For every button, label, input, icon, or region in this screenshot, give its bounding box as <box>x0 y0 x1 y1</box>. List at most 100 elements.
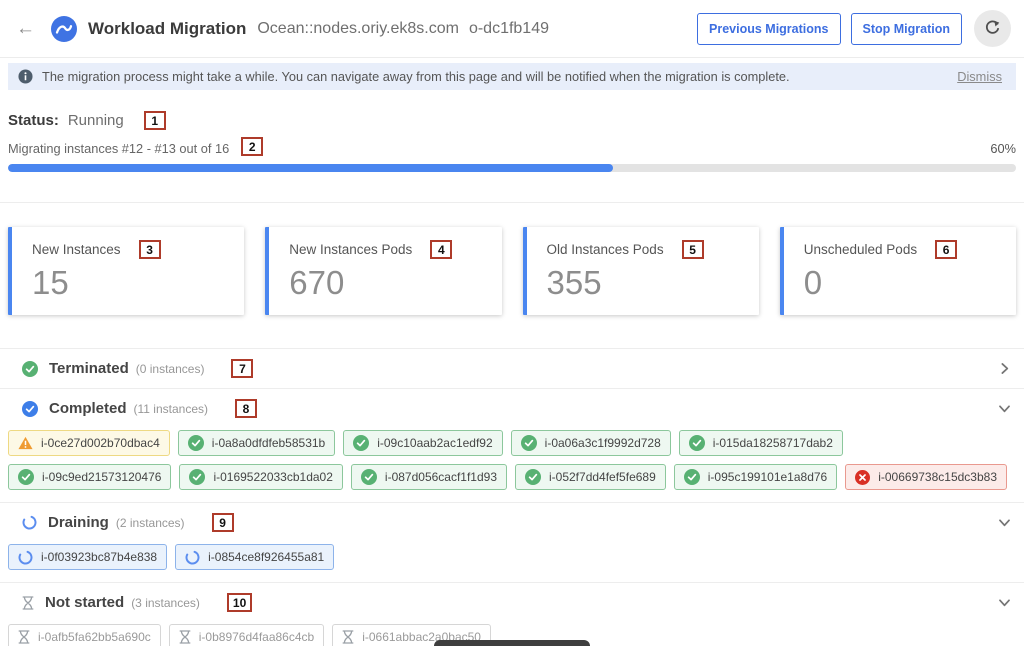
chip-list: i-0f03923bc87b4e838 i-0854ce8f926455a81 <box>0 542 1024 582</box>
divider <box>0 202 1024 203</box>
chevron-down-icon[interactable] <box>998 516 1011 529</box>
section-header[interactable]: Completed (11 instances) 8 <box>0 389 1024 428</box>
spinner-icon <box>185 550 200 565</box>
section-count: (0 instances) <box>136 362 205 376</box>
workload-migration-page: ← Workload Migration Ocean::nodes.oriy.e… <box>0 0 1024 646</box>
annotation-badge-8: 8 <box>235 399 257 418</box>
instance-id: i-0ce27d002b70dbac4 <box>41 436 160 450</box>
info-banner: The migration process might take a while… <box>8 63 1016 90</box>
summary-cards: New Instances 3 15 New Instances Pods 4 … <box>8 227 1016 315</box>
instance-chip: i-0854ce8f926455a81 <box>175 544 334 570</box>
annotation-badge-6: 6 <box>935 240 957 259</box>
migrating-instances-text: Migrating instances #12 - #13 out of 16 <box>8 141 229 156</box>
instance-id: i-0afb5fa62bb5a690c <box>38 630 151 644</box>
status-label: Status: <box>8 112 59 129</box>
refresh-button[interactable] <box>974 10 1011 47</box>
hourglass-icon <box>18 630 30 644</box>
section-header[interactable]: Draining (2 instances) 9 <box>0 503 1024 542</box>
instance-chip: i-0b8976d4faa86c4cb <box>169 624 324 646</box>
chevron-down-icon[interactable] <box>998 596 1011 609</box>
summary-card: New Instances 3 15 <box>8 227 244 315</box>
instance-chip: i-052f7dd4fef5fe689 <box>515 464 666 490</box>
previous-migrations-button[interactable]: Previous Migrations <box>697 13 840 45</box>
header-actions: Previous Migrations Stop Migration <box>687 10 1011 47</box>
card-label: New Instances Pods <box>289 242 412 257</box>
instance-id: i-09c9ed21573120476 <box>42 470 161 484</box>
check-green-icon <box>689 435 705 451</box>
check-green-icon <box>684 469 700 485</box>
instance-id: i-052f7dd4fef5fe689 <box>549 470 656 484</box>
card-value: 670 <box>289 264 485 302</box>
check-green-icon <box>189 469 205 485</box>
instance-id: i-015da18258717dab2 <box>713 436 833 450</box>
instance-id: i-095c199101e1a8d76 <box>708 470 827 484</box>
check-blue-icon <box>22 401 38 417</box>
instance-chip: i-0169522033cb1da02 <box>179 464 342 490</box>
instance-chip: i-0a8a0dfdfeb58531b <box>178 430 335 456</box>
card-value: 0 <box>804 264 1000 302</box>
card-value: 355 <box>547 264 743 302</box>
refresh-icon <box>984 19 1001 39</box>
instance-id: i-0169522033cb1da02 <box>213 470 332 484</box>
hourglass-icon <box>342 630 354 644</box>
section-title: Terminated <box>49 360 129 377</box>
card-label: Old Instances Pods <box>547 242 664 257</box>
ocean-logo-icon <box>51 16 77 42</box>
progress-bar-fill <box>8 164 613 172</box>
instance-chip: i-0afb5fa62bb5a690c <box>8 624 161 646</box>
instance-chip: i-015da18258717dab2 <box>679 430 843 456</box>
instance-chip: i-095c199101e1a8d76 <box>674 464 837 490</box>
instance-id: i-0a8a0dfdfeb58531b <box>212 436 325 450</box>
check-green-icon <box>22 361 38 377</box>
progress-bar <box>8 164 1016 172</box>
chip-list: i-0ce27d002b70dbac4 i-0a8a0dfdfeb58531b … <box>0 428 1024 502</box>
status-value: Running <box>68 112 124 129</box>
back-arrow-icon[interactable]: ← <box>10 18 41 40</box>
annotation-badge-2: 2 <box>241 137 263 156</box>
migration-id: o-dc1fb149 <box>469 20 549 38</box>
page-header: ← Workload Migration Ocean::nodes.oriy.e… <box>0 0 1024 58</box>
check-green-icon <box>188 435 204 451</box>
annotation-badge-4: 4 <box>430 240 452 259</box>
annotation-badge-1: 1 <box>144 111 166 130</box>
instance-id: i-0b8976d4faa86c4cb <box>199 630 314 644</box>
annotation-badge-3: 3 <box>139 240 161 259</box>
annotation-badge-9: 9 <box>212 513 234 532</box>
section-title: Not started <box>45 594 124 611</box>
check-green-icon <box>521 435 537 451</box>
spinner-icon <box>22 515 37 530</box>
section-header[interactable]: Terminated (0 instances) 7 <box>0 349 1024 388</box>
instance-id: i-0854ce8f926455a81 <box>208 550 324 564</box>
check-green-icon <box>525 469 541 485</box>
check-green-icon <box>361 469 377 485</box>
instance-id: i-087d056cacf1f1d93 <box>385 470 497 484</box>
page-title: Workload Migration <box>88 19 246 39</box>
annotation-badge-10: 10 <box>227 593 252 612</box>
section-header[interactable]: Not started (3 instances) 10 <box>0 583 1024 622</box>
dismiss-link[interactable]: Dismiss <box>957 69 1002 84</box>
annotation-badge-7: 7 <box>231 359 253 378</box>
instance-chip: i-09c10aab2ac1edf92 <box>343 430 502 456</box>
banner-text: The migration process might take a while… <box>42 69 790 84</box>
check-green-icon <box>18 469 34 485</box>
instance-section: Draining (2 instances) 9 i-0f03923bc87b4… <box>0 503 1024 583</box>
instance-section: Terminated (0 instances) 7 <box>0 349 1024 389</box>
stop-migration-button[interactable]: Stop Migration <box>851 13 963 45</box>
progress-percent: 60% <box>990 141 1016 156</box>
instance-chip: i-0ce27d002b70dbac4 <box>8 430 170 456</box>
warning-icon <box>18 436 33 450</box>
chevron-right-icon[interactable] <box>998 362 1011 375</box>
section-count: (2 instances) <box>116 516 185 530</box>
section-count: (11 instances) <box>134 402 208 416</box>
instance-chip: i-087d056cacf1f1d93 <box>351 464 507 490</box>
instance-id: i-0a06a3c1f9992d728 <box>545 436 661 450</box>
card-label: Unscheduled Pods <box>804 242 917 257</box>
instance-id: i-0f03923bc87b4e838 <box>41 550 157 564</box>
annotation-badge-5: 5 <box>682 240 704 259</box>
instance-chip: i-09c9ed21573120476 <box>8 464 171 490</box>
summary-card: Old Instances Pods 5 355 <box>523 227 759 315</box>
chevron-down-icon[interactable] <box>998 402 1011 415</box>
instance-id: i-00669738c15dc3b83 <box>878 470 997 484</box>
info-icon <box>18 69 33 84</box>
card-label: New Instances <box>32 242 121 257</box>
